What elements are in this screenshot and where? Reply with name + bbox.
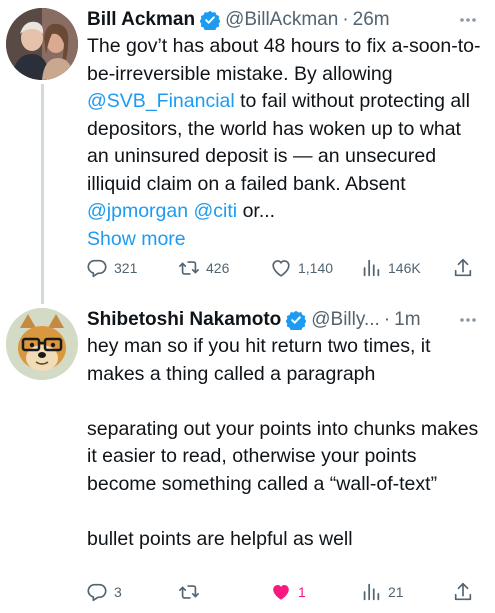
mention-link[interactable]: @citi xyxy=(194,200,238,222)
tweet-bill-ackman[interactable]: Bill Ackman @BillAckman · 26m The gov’t … xyxy=(0,0,495,304)
tweet-paragraph: hey man so if you hit return two times, … xyxy=(87,335,431,385)
like-count: 1 xyxy=(298,584,306,600)
tweet-header: Shibetoshi Nakamoto @Billy... · 1m xyxy=(87,308,485,332)
retweet-icon xyxy=(178,257,200,279)
timestamp[interactable]: 26m xyxy=(353,8,390,32)
share-button[interactable] xyxy=(452,580,474,604)
tweet-header: Bill Ackman @BillAckman · 26m xyxy=(87,8,485,32)
thread-connector-line xyxy=(41,84,44,304)
tweet-paragraph: bullet points are helpful as well xyxy=(87,527,353,550)
heart-icon xyxy=(270,257,292,279)
tweet-text: The gov’t has about 48 hours to fix a-so… xyxy=(87,33,483,253)
heart-icon xyxy=(270,581,292,603)
views-button[interactable]: 146K xyxy=(360,256,421,280)
retweet-button[interactable] xyxy=(178,580,206,604)
views-chart-icon xyxy=(360,581,382,603)
text-part: or... xyxy=(237,200,276,222)
share-icon xyxy=(452,257,474,279)
retweet-button[interactable]: 426 xyxy=(178,256,229,280)
timestamp[interactable]: 1m xyxy=(394,308,420,332)
reply-count: 321 xyxy=(114,260,138,276)
verified-badge-icon xyxy=(286,310,307,330)
share-icon xyxy=(452,581,474,603)
tweet-text: hey man so if you hit return two times, … xyxy=(87,333,483,553)
views-count: 146K xyxy=(388,260,421,276)
separator-dot: · xyxy=(342,9,349,30)
avatar[interactable] xyxy=(6,308,78,380)
like-button[interactable]: 1,140 xyxy=(270,256,333,280)
views-chart-icon xyxy=(360,257,382,279)
tweet-paragraph: separating out your points into chunks m… xyxy=(87,417,479,495)
like-count: 1,140 xyxy=(298,260,334,276)
views-button[interactable]: 21 xyxy=(360,580,404,604)
tweet-actions: 321 426 1,140 146K xyxy=(86,256,486,280)
tweet-shibetoshi-nakamoto[interactable]: Shibetoshi Nakamoto @Billy... · 1m hey m… xyxy=(0,296,495,613)
tweet-thread: Bill Ackman @BillAckman · 26m The gov’t … xyxy=(0,0,495,613)
more-options-icon[interactable] xyxy=(457,308,479,332)
avatar[interactable] xyxy=(6,8,78,80)
verified-badge-icon xyxy=(200,10,221,30)
like-button[interactable]: 1 xyxy=(270,580,306,604)
views-count: 21 xyxy=(388,584,404,600)
reply-count: 3 xyxy=(114,584,122,600)
reply-icon xyxy=(86,581,108,603)
handle[interactable]: @Billy... xyxy=(311,308,380,332)
reply-icon xyxy=(86,257,108,279)
more-options-icon[interactable] xyxy=(457,8,479,32)
text-part: The gov’t has about 48 hours to fix a-so… xyxy=(87,35,481,85)
share-button[interactable] xyxy=(452,256,474,280)
tweet-actions: 3 1 21 xyxy=(86,580,486,604)
show-more-link[interactable]: Show more xyxy=(87,228,186,250)
handle[interactable]: @BillAckman xyxy=(225,8,338,32)
reply-button[interactable]: 321 xyxy=(86,256,137,280)
separator-dot: · xyxy=(383,309,391,330)
display-name[interactable]: Bill Ackman xyxy=(87,8,195,32)
retweet-count: 426 xyxy=(206,260,230,276)
retweet-icon xyxy=(178,581,200,603)
mention-link[interactable]: @SVB_Financial xyxy=(87,90,235,112)
display-name[interactable]: Shibetoshi Nakamoto xyxy=(87,308,281,332)
reply-button[interactable]: 3 xyxy=(86,580,122,604)
mention-link[interactable]: @jpmorgan xyxy=(87,200,188,222)
